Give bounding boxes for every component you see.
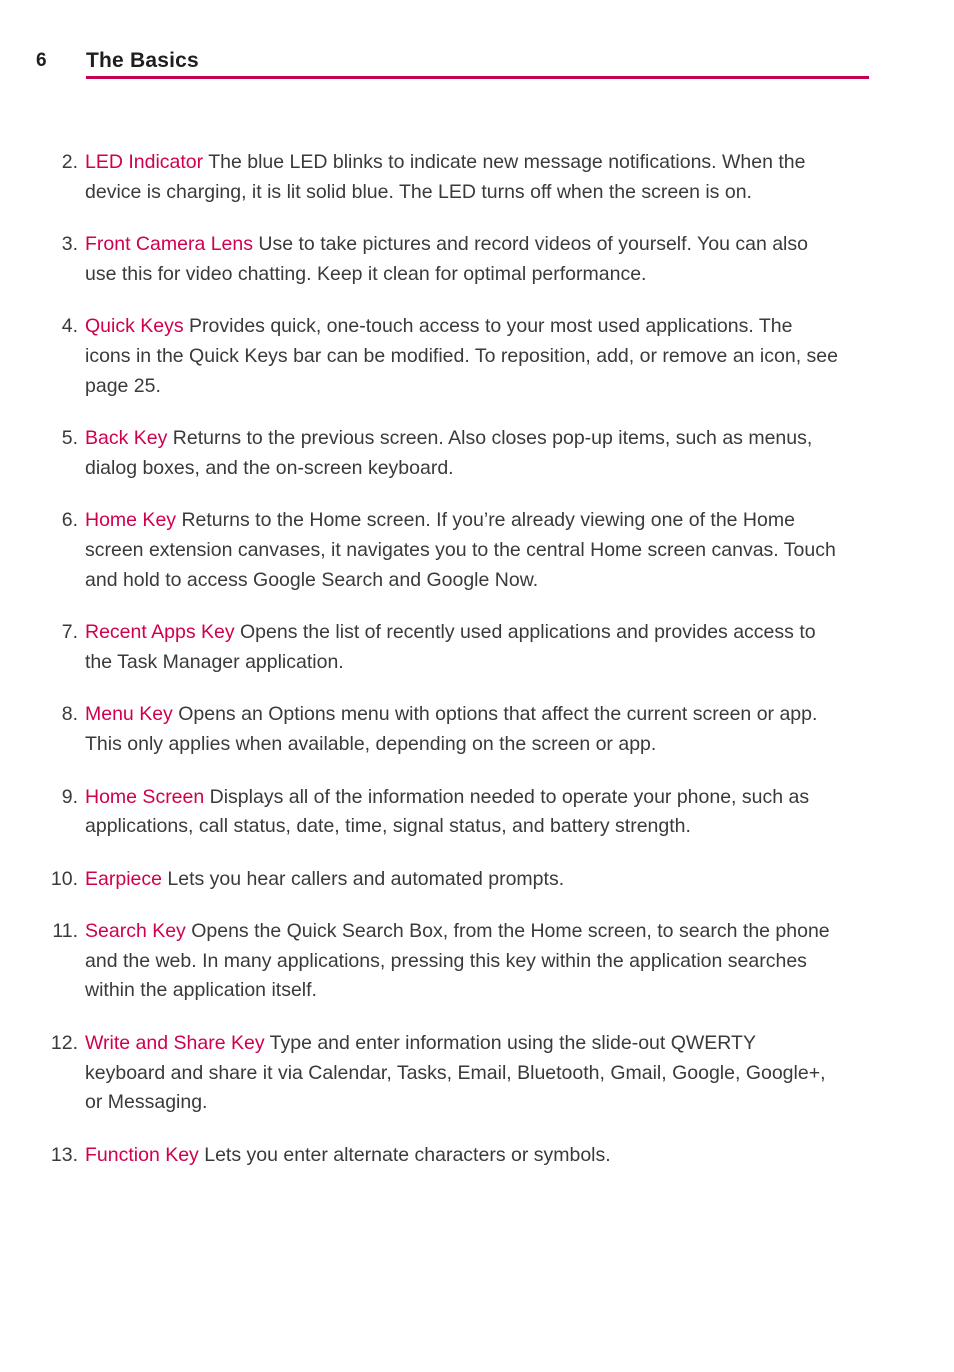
list-item-term: Quick Keys: [85, 315, 184, 338]
list-item-description: Returns to the previous screen. Also clo…: [85, 427, 813, 479]
list-item-row: 5. Back Key Returns to the previous scree…: [0, 424, 954, 483]
list-item-row: 11. Search Key Opens the Quick Search Box…: [0, 917, 954, 1006]
list-item-row: 6. Home Key Returns to the Home screen. I…: [0, 506, 954, 595]
list-item-number: 2.: [61, 151, 78, 173]
list-item-number: 10.: [50, 867, 78, 890]
list-item: 8. Menu Key Opens an Options menu with op…: [0, 700, 954, 759]
list-item-body: Function Key Lets you enter alternate ch…: [85, 1141, 840, 1171]
list-item-term: Search Key: [85, 920, 186, 943]
list-item-term: Home Screen: [85, 785, 205, 808]
list-item-row: 9. Home Screen Displays all of the inform…: [0, 783, 954, 842]
list-item-number: 7.: [61, 621, 78, 644]
numbered-feature-list: 2. LED Indicator The blue LED blinks to i…: [0, 148, 954, 1170]
list-item-description: Lets you enter alternate characters or s…: [198, 1143, 611, 1166]
list-item-row: 7. Recent Apps Key Opens the list of rece…: [0, 618, 954, 677]
list-item-body: Menu Key Opens an Options menu with opti…: [85, 700, 840, 759]
list-item-number: 3.: [61, 233, 78, 256]
list-item-body: Quick Keys Provides quick, one-touch acc…: [85, 312, 840, 401]
list-item-body: Search Key Opens the Quick Search Box, f…: [85, 917, 840, 1006]
list-item-body: Recent Apps Key Opens the list of recent…: [85, 618, 840, 677]
list-item-body: Home Key Returns to the Home screen. If …: [85, 506, 840, 595]
list-item-number: 12.: [50, 1032, 78, 1055]
list-item-row: 12. Write and Share Key Type and enter in…: [0, 1029, 954, 1118]
list-item-term: Earpiece: [85, 867, 162, 890]
list-item-row: 10. Earpiece Lets you hear callers and au…: [0, 865, 954, 895]
list-item-row: 4. Quick Keys Provides quick, one-touch a…: [0, 312, 954, 401]
list-item-description: Returns to the Home screen. If you’re al…: [85, 509, 836, 591]
page-header: 6 The Basics: [0, 48, 954, 88]
list-item-row: 8. Menu Key Opens an Options menu with op…: [0, 700, 954, 759]
page-number: 6: [36, 50, 47, 71]
list-item-description: Opens the Quick Search Box, from the Hom…: [85, 920, 830, 1002]
manual-page: 6 The Basics 2. LED Indicator The blue LE…: [0, 0, 954, 1372]
list-item: 12. Write and Share Key Type and enter in…: [0, 1029, 954, 1118]
list-item-term: Front Camera Lens: [85, 233, 253, 256]
header-title-block: The Basics: [86, 48, 869, 79]
list-item-body: Back Key Returns to the previous screen.…: [85, 424, 840, 483]
list-item-description: Opens an Options menu with options that …: [85, 703, 818, 755]
list-item-row: 2. LED Indicator The blue LED blinks to i…: [0, 148, 954, 207]
list-item-body: Write and Share Key Type and enter infor…: [85, 1029, 840, 1118]
list-item-number: 8.: [61, 703, 78, 726]
list-item-term: Write and Share Key: [85, 1032, 265, 1055]
list-item: 10. Earpiece Lets you hear callers and au…: [0, 865, 954, 895]
list-item-number: 9.: [61, 785, 78, 808]
list-item-body: Front Camera Lens Use to take pictures a…: [85, 230, 840, 289]
list-item: 11. Search Key Opens the Quick Search Box…: [0, 917, 954, 1006]
list-item-number: 6.: [61, 509, 78, 532]
list-item-term: Back Key: [85, 427, 168, 450]
list-item: 6. Home Key Returns to the Home screen. I…: [0, 506, 954, 595]
list-item-term: Function Key: [85, 1143, 199, 1166]
list-item-row: 13. Function Key Lets you enter alternate…: [0, 1141, 954, 1171]
list-item: 9. Home Screen Displays all of the inform…: [0, 783, 954, 842]
list-item: 13. Function Key Lets you enter alternate…: [0, 1141, 954, 1171]
page-title: The Basics: [86, 49, 199, 72]
list-item-term: LED Indicator: [85, 151, 204, 173]
list-item-body: LED Indicator The blue LED blinks to ind…: [85, 148, 840, 207]
header-divider: [86, 76, 869, 79]
list-item: 4. Quick Keys Provides quick, one-touch a…: [0, 312, 954, 401]
list-item-row: 3. Front Camera Lens Use to take pictures…: [0, 230, 954, 289]
list-item-term: Recent Apps Key: [85, 621, 235, 644]
list-item-term: Home Key: [85, 509, 177, 532]
list-item: 5. Back Key Returns to the previous scree…: [0, 424, 954, 483]
list-item-body: Earpiece Lets you hear callers and autom…: [85, 865, 840, 895]
list-item-number: 11.: [52, 920, 78, 943]
list-item-description: Provides quick, one-touch access to your…: [85, 315, 838, 397]
list-item-body: Home Screen Displays all of the informat…: [85, 783, 840, 842]
list-item: 7. Recent Apps Key Opens the list of rece…: [0, 618, 954, 677]
list-item-number: 5.: [61, 427, 78, 450]
list-item-number: 13.: [50, 1143, 78, 1166]
list-item: 3. Front Camera Lens Use to take pictures…: [0, 230, 954, 289]
list-item-description: Lets you hear callers and automated prom…: [161, 867, 565, 890]
list-item-term: Menu Key: [85, 703, 173, 726]
list-item: 2. LED Indicator The blue LED blinks to i…: [0, 148, 954, 207]
list-item-number: 4.: [61, 315, 78, 338]
page-content: 2. LED Indicator The blue LED blinks to i…: [0, 148, 954, 1170]
